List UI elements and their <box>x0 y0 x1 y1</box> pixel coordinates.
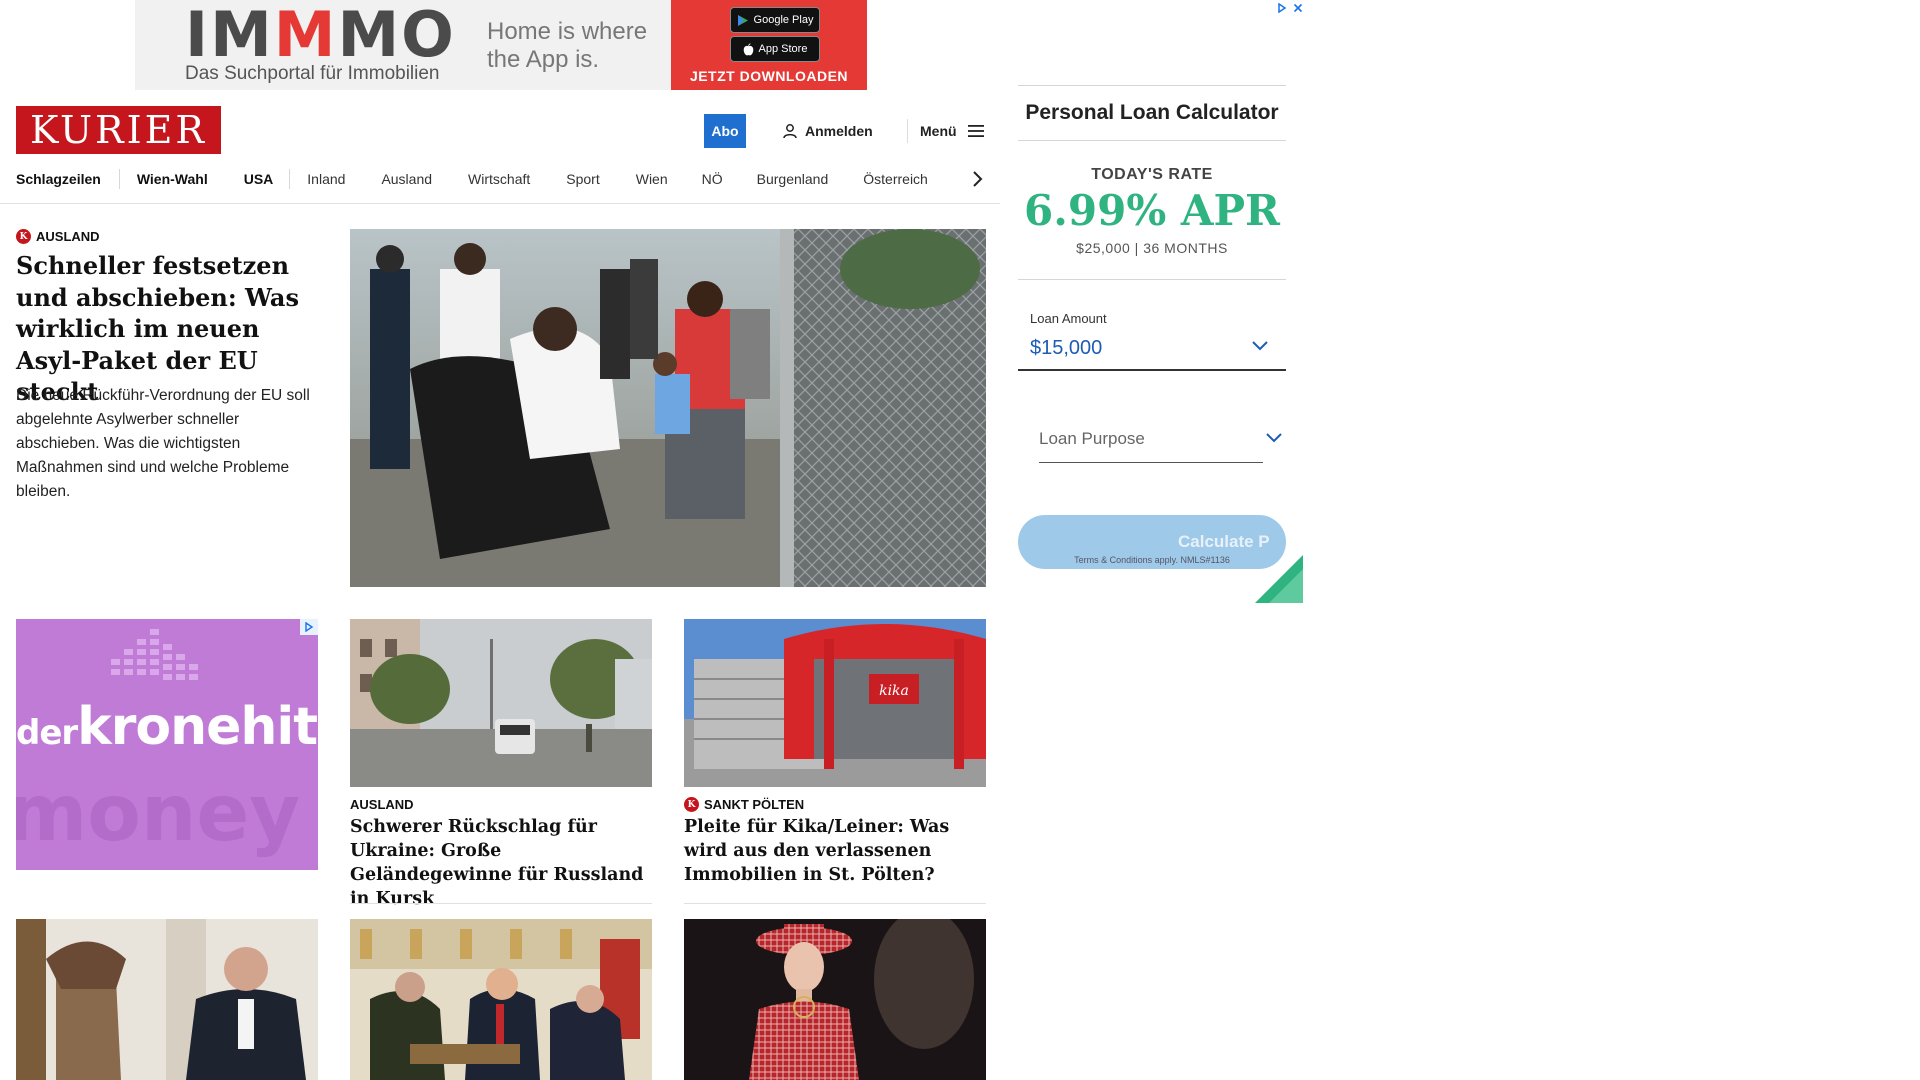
rate-terms: $25,000 | 36 MONTHS <box>1076 240 1228 256</box>
card-image-kika-store[interactable]: kika <box>684 619 986 787</box>
download-cta[interactable]: JETZT DOWNLOADEN <box>671 68 867 84</box>
loan-divider <box>1018 85 1286 86</box>
immmo-logo: IMMMO <box>185 0 456 71</box>
chevron-down-icon[interactable] <box>1266 433 1282 443</box>
nav-item-usa[interactable]: USA <box>244 171 274 187</box>
card-image-politicians-meeting[interactable] <box>16 919 318 1080</box>
loan-amount-underline <box>1018 369 1286 371</box>
ad-corner-graphic <box>1255 555 1303 603</box>
login-button[interactable]: Anmelden <box>782 121 873 141</box>
immmo-cta-panel[interactable]: Google Play App Store JETZT DOWNLOADEN <box>671 0 867 90</box>
nav-divider <box>289 169 291 189</box>
google-play-icon <box>737 14 748 26</box>
kika-photo: kika <box>684 619 986 787</box>
loan-calculator-ad[interactable]: Personal Loan Calculator TODAY'S RATE 6.… <box>1001 0 1303 603</box>
card-image-white-house-meeting[interactable] <box>350 919 652 1080</box>
nav-item-ausland[interactable]: Ausland <box>381 171 432 187</box>
card-kategorie[interactable]: Ausland <box>350 797 414 812</box>
menu-button[interactable]: Menü <box>920 121 985 141</box>
card-divider <box>684 903 986 904</box>
kronehit-ad[interactable]: derkronehit money m <box>16 619 318 870</box>
calculate-button-label[interactable]: Calculate P <box>1178 532 1270 552</box>
user-icon <box>783 124 797 139</box>
card-kategorie[interactable]: K Sankt Pölten <box>684 797 804 812</box>
adchoices-icon[interactable] <box>1277 3 1287 13</box>
google-play-label: Google Play <box>753 14 814 26</box>
hamburger-icon <box>967 125 984 137</box>
nav-item-sport[interactable]: Sport <box>566 171 599 187</box>
abo-button[interactable]: Abo <box>704 114 746 148</box>
fashion-photo <box>684 919 986 1080</box>
nav-item-inland[interactable]: Inland <box>307 171 345 187</box>
kronehit-background-text: money m <box>16 769 318 859</box>
rate-value: 6.99% APR <box>1024 186 1280 235</box>
kurier-plus-icon: K <box>16 229 31 244</box>
nav-divider <box>118 169 120 189</box>
main-navigation: Schlagzeilen Wien-Wahl USA Inland Auslan… <box>16 168 928 190</box>
loan-divider <box>1018 140 1286 141</box>
nav-item-wien[interactable]: Wien <box>636 171 668 187</box>
card-headline[interactable]: Pleite für Kika/Leiner: Was wird aus den… <box>684 815 989 887</box>
loan-divider <box>1018 279 1286 280</box>
loan-amount-select[interactable]: $15,000 <box>1030 337 1102 360</box>
menu-label: Menü <box>920 123 957 139</box>
google-play-badge[interactable]: Google Play <box>730 7 820 33</box>
adchoices-icon[interactable] <box>300 619 318 635</box>
card-divider <box>350 903 652 904</box>
loan-purpose-select[interactable]: Loan Purpose <box>1039 429 1145 449</box>
nav-item-burgenland[interactable]: Burgenland <box>757 171 829 187</box>
nav-item-noe[interactable]: NÖ <box>702 171 723 187</box>
header-divider <box>907 119 908 143</box>
kronehit-equalizer-graphic <box>111 629 198 680</box>
ad-controls <box>1269 0 1303 16</box>
kronehit-logo: derkronehit <box>16 697 318 757</box>
nav-scroll-right-icon[interactable] <box>968 168 986 190</box>
nav-item-schlagzeilen[interactable]: Schlagzeilen <box>16 171 101 187</box>
chevron-down-icon[interactable] <box>1252 341 1268 351</box>
kurier-plus-icon: K <box>684 797 699 812</box>
politics-photo <box>16 919 318 1080</box>
card-image-fashion-model[interactable] <box>684 919 986 1080</box>
loan-amount-label: Loan Amount <box>1030 311 1107 326</box>
card-headline[interactable]: Schwerer Rückschlag für Ukraine: Große G… <box>350 815 655 911</box>
card-kategorie-label: Ausland <box>350 797 414 812</box>
lead-photo <box>350 229 986 587</box>
nav-item-wien-wahl[interactable]: Wien-Wahl <box>137 171 208 187</box>
nav-divider-line <box>0 203 1000 204</box>
card-image-kursk-destroyed-street[interactable] <box>350 619 652 787</box>
login-label: Anmelden <box>805 123 873 139</box>
close-ad-icon[interactable] <box>1293 3 1303 13</box>
lead-teaser: Die neue Rückführ-Verordnung der EU soll… <box>16 387 310 500</box>
kika-sign-text: kika <box>879 683 909 699</box>
loan-title: Personal Loan Calculator <box>1025 101 1279 124</box>
app-store-label: App Store <box>758 43 808 55</box>
lead-kategorie[interactable]: K Ausland <box>16 229 100 244</box>
ukraine-photo <box>350 619 652 787</box>
nav-item-wirtschaft[interactable]: Wirtschaft <box>468 171 530 187</box>
apple-icon <box>743 43 753 55</box>
card-kategorie-label: Sankt Pölten <box>704 797 805 812</box>
immmo-subtitle: Das Suchportal für Immobilien <box>185 63 440 84</box>
white-house-photo <box>350 919 652 1080</box>
rate-label: TODAY'S RATE <box>1091 166 1213 183</box>
immmo-slogan: Home is where the App is. <box>487 18 648 73</box>
kurier-logo[interactable]: KURIER <box>16 106 221 154</box>
nav-item-oesterreich[interactable]: Österreich <box>863 171 928 187</box>
app-store-badge[interactable]: App Store <box>730 36 820 62</box>
loan-purpose-underline <box>1039 462 1263 463</box>
lead-kategorie-label: Ausland <box>36 229 100 244</box>
lead-image-migrants-at-border-fence[interactable] <box>350 229 986 587</box>
immmo-banner-ad[interactable]: IMMMO Das Suchportal für Immobilien Home… <box>135 0 867 90</box>
